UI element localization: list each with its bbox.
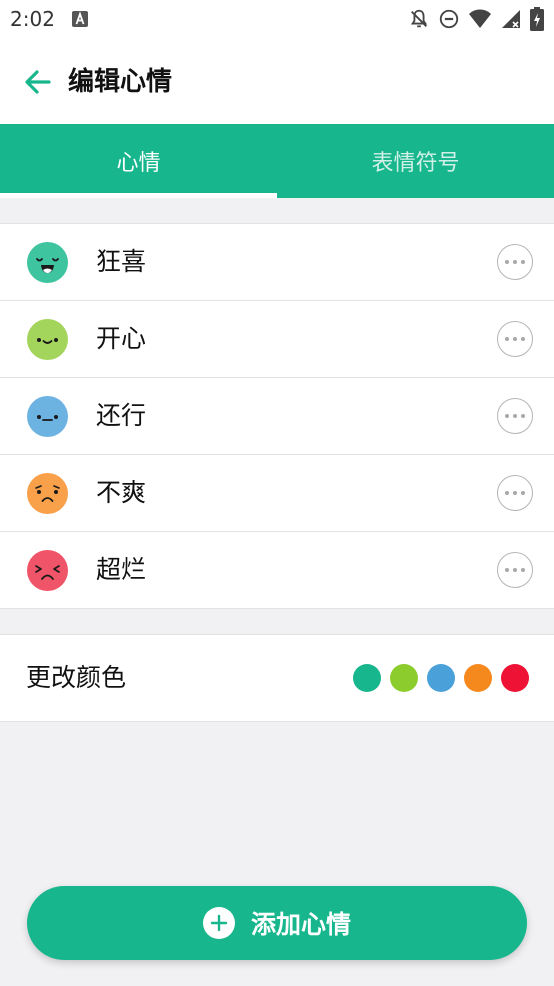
mood-row-awful[interactable]: 超烂 [0,532,554,608]
bell-off-icon [410,9,428,28]
screen: 2:02 编辑心情 心情 表情符号 狂喜 开心 还行 不爽 超烂 更改颜色 添加… [0,0,554,986]
do-not-disturb-icon [439,9,459,29]
more-dots-icon [505,414,509,418]
arrow-left-icon [25,70,51,94]
tab-emoji-label: 表情符号 [371,151,460,176]
mood-label: 超烂 [96,555,147,584]
battery-charging-icon [530,7,544,31]
awful-face-icon [27,550,68,591]
color-swatch-blue[interactable] [427,664,455,692]
tab-bar: 心情 表情符号 [0,124,554,198]
back-button[interactable] [20,64,56,100]
more-options-button[interactable] [497,321,533,357]
status-time: 2:02 [10,7,55,31]
more-dots-icon [505,260,509,264]
more-dots-icon [505,568,509,572]
mood-row-happy[interactable]: 开心 [0,301,554,378]
more-options-button[interactable] [497,475,533,511]
status-bar: 2:02 [0,0,554,40]
more-dots-icon [505,491,509,495]
color-swatch-orange[interactable] [464,664,492,692]
color-swatches [353,664,529,692]
mood-label: 还行 [96,401,147,430]
add-mood-button[interactable]: 添加心情 [27,886,527,960]
happy-face-icon [27,319,68,360]
status-icons [408,7,544,31]
plus-circle-icon [202,907,235,939]
change-color-row: 更改颜色 [0,634,554,722]
more-dots-icon [505,337,509,341]
add-mood-label: 添加心情 [250,910,351,939]
unhappy-face-icon [27,473,68,514]
color-swatch-red[interactable] [501,664,529,692]
ecstatic-face-icon [27,242,68,283]
more-options-button[interactable] [497,552,533,588]
tab-indicator [0,193,277,198]
mood-row-unhappy[interactable]: 不爽 [0,455,554,532]
tab-mood-label: 心情 [116,151,161,176]
color-swatch-lime[interactable] [390,664,418,692]
wifi-icon [469,9,491,28]
tab-mood[interactable]: 心情 [0,124,277,198]
change-color-label: 更改颜色 [26,663,127,692]
mood-label: 狂喜 [96,247,147,276]
color-swatch-green[interactable] [353,664,381,692]
mood-row-okay[interactable]: 还行 [0,378,554,455]
okay-face-icon [27,396,68,437]
signal-icon [502,10,520,28]
plus-icon [210,914,228,932]
mood-list: 狂喜 开心 还行 不爽 超烂 [0,223,554,609]
mood-label: 不爽 [96,478,147,507]
notification-a-icon [72,11,88,27]
more-options-button[interactable] [497,244,533,280]
tab-emoji[interactable]: 表情符号 [277,124,554,198]
mood-label: 开心 [96,324,147,353]
mood-row-ecstatic[interactable]: 狂喜 [0,224,554,301]
more-options-button[interactable] [497,398,533,434]
page-title: 编辑心情 [68,67,173,97]
app-bar: 编辑心情 [0,40,554,124]
